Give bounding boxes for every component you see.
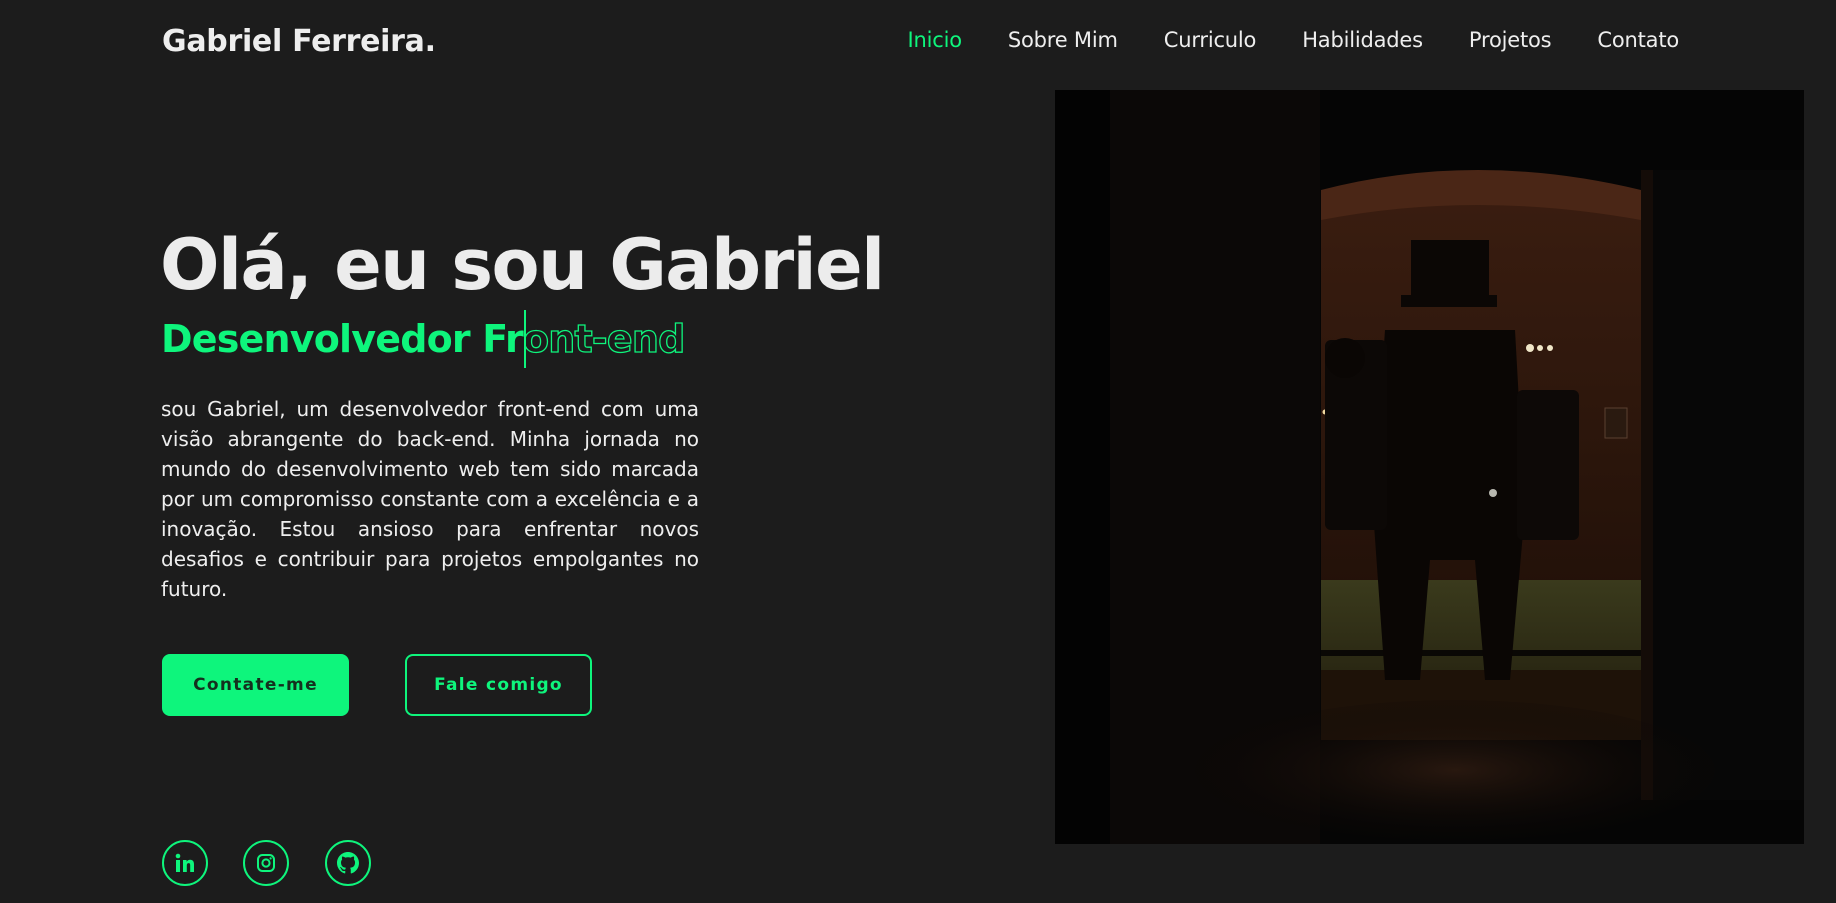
talk-to-me-button[interactable]: Fale comigo [405, 654, 592, 716]
profile-photo-art [1055, 90, 1804, 844]
contact-me-button[interactable]: Contate-me [162, 654, 349, 716]
hero-bio: sou Gabriel, um desenvolvedor front-end … [161, 397, 699, 601]
github-link[interactable] [325, 840, 371, 886]
linkedin-link[interactable] [162, 840, 208, 886]
typing-cursor [524, 310, 526, 368]
nav-item-inicio[interactable]: Inicio [907, 28, 962, 52]
nav-item-sobre-mim[interactable]: Sobre Mim [1008, 28, 1118, 52]
nav-item-curriculo[interactable]: Curriculo [1164, 28, 1257, 52]
linkedin-icon [175, 853, 194, 872]
main-nav: Inicio Sobre Mim Curriculo Habilidades P… [861, 28, 1679, 52]
profile-photo [1055, 90, 1804, 844]
hero-title: Olá, eu sou Gabriel [160, 224, 885, 306]
subtitle-outline: ont-end [522, 316, 686, 361]
page: Gabriel Ferreira. Inicio Sobre Mim Curri… [0, 0, 1836, 903]
nav-item-contato[interactable]: Contato [1597, 28, 1679, 52]
instagram-link[interactable] [243, 840, 289, 886]
site-logo[interactable]: Gabriel Ferreira. [162, 24, 436, 59]
nav-item-projetos[interactable]: Projetos [1469, 28, 1552, 52]
subtitle-typed: Desenvolvedor Fr [161, 317, 524, 361]
nav-item-habilidades[interactable]: Habilidades [1302, 28, 1423, 52]
instagram-icon [257, 854, 275, 872]
github-icon [337, 852, 359, 874]
hero-subtitle: Desenvolvedor Front-end [161, 314, 686, 364]
